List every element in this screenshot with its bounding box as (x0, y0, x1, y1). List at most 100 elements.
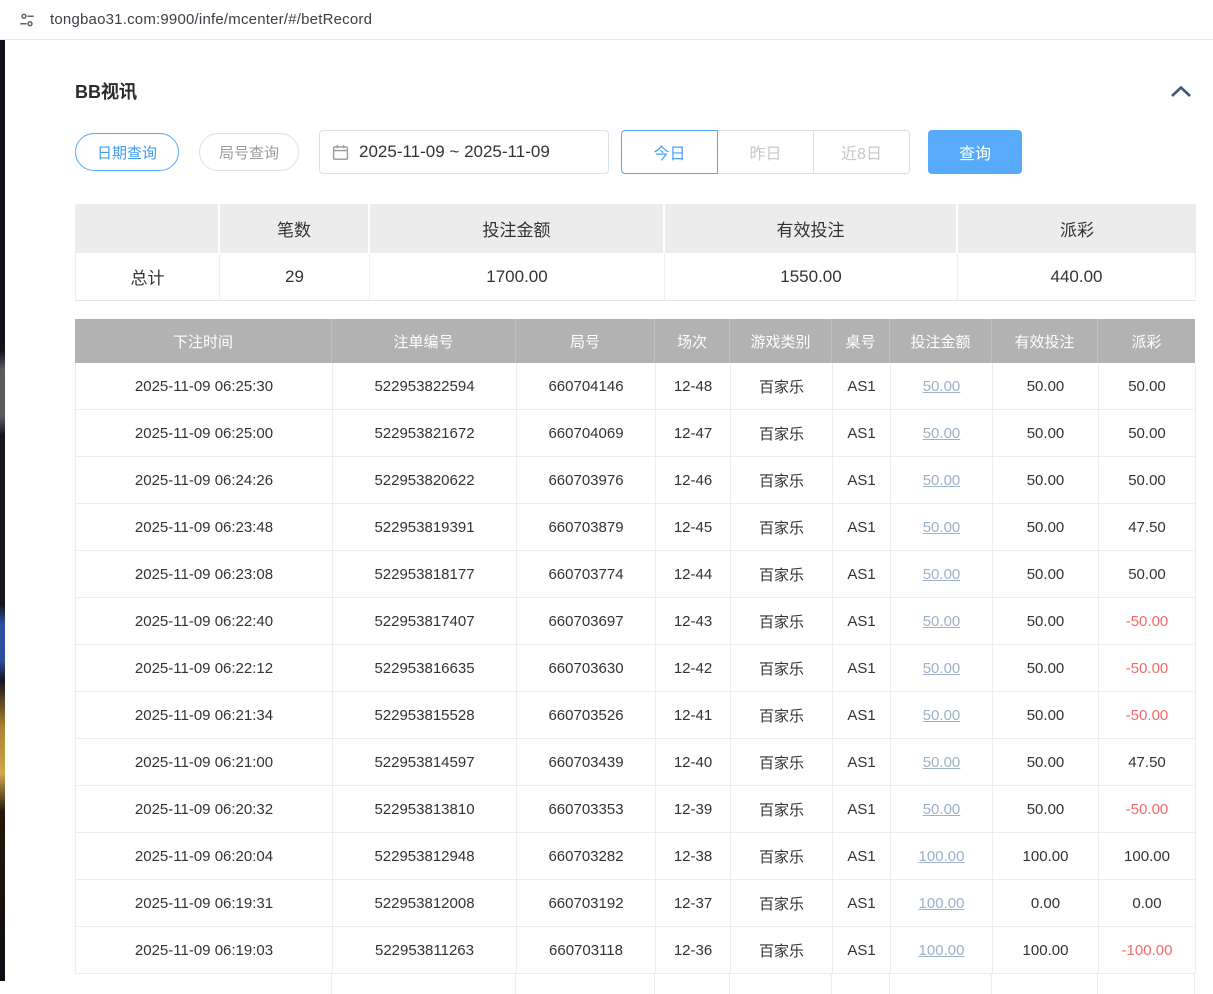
cell-table-number: AS1 (833, 457, 891, 504)
summary-header-blank (76, 204, 220, 253)
table-row: 2025-11-09 06:23:48522953819391660703879… (76, 504, 1195, 551)
bet-record-table: 下注时间 注单编号 局号 场次 游戏类别 桌号 投注金额 有效投注 派彩 202… (75, 319, 1195, 994)
table-row: 2025-11-09 06:25:00522953821672660704069… (76, 410, 1195, 457)
cell-bet-amount: 50.00 (891, 786, 993, 833)
summary-bet-amount-value: 1700.00 (370, 253, 665, 301)
cell-game-type: 百家乐 (731, 504, 833, 551)
table-row: 2025-11-09 06:19:03522953811263660703118… (76, 927, 1195, 974)
cell-table-number: AS1 (833, 410, 891, 457)
cell-bet-number: 522953819391 (333, 504, 517, 551)
table-row: 2025-11-09 06:22:40522953817407660703697… (76, 598, 1195, 645)
cell-session: 12-46 (656, 457, 731, 504)
table-row: 2025-11-09 06:23:08522953818177660703774… (76, 551, 1195, 598)
table-row: 2025-11-09 06:22:12522953816635660703630… (76, 645, 1195, 692)
bet-amount-link[interactable]: 50.00 (923, 613, 961, 630)
search-button[interactable]: 查询 (928, 130, 1022, 174)
bet-amount-link[interactable]: 50.00 (923, 519, 961, 536)
last-8-days-button[interactable]: 近8日 (813, 130, 910, 174)
cell-bet-number: 522953820622 (333, 457, 517, 504)
cell-payout: 50.00 (1099, 363, 1196, 410)
cell-bet-time: 2025-11-09 06:21:34 (76, 692, 333, 739)
table-header-row: 下注时间 注单编号 局号 场次 游戏类别 桌号 投注金额 有效投注 派彩 (75, 319, 1195, 363)
cell-session: 12-38 (656, 833, 731, 880)
cell-valid-bet: 50.00 (993, 692, 1099, 739)
cell-valid-bet: 50.00 (993, 504, 1099, 551)
summary-count-value: 29 (220, 253, 370, 301)
cell-valid-bet: 50.00 (993, 363, 1099, 410)
url-text[interactable]: tongbao31.com:9900/infe/mcenter/#/betRec… (50, 11, 372, 28)
bet-amount-link[interactable]: 50.00 (923, 566, 961, 583)
cell-game-type: 百家乐 (731, 598, 833, 645)
cell-session: 12-43 (656, 598, 731, 645)
section-header: BB视讯 (75, 78, 1195, 104)
cell-bet-number: 522953811263 (333, 927, 517, 974)
cell-game-type: 百家乐 (731, 739, 833, 786)
yesterday-button[interactable]: 昨日 (717, 130, 814, 174)
summary-header-row: 笔数 投注金额 有效投注 派彩 (76, 204, 1195, 253)
cell-table-number: AS1 (833, 739, 891, 786)
cell-payout: 100.00 (1099, 833, 1196, 880)
cell-bet-time: 2025-11-09 06:20:32 (76, 786, 333, 833)
cell-valid-bet: 50.00 (993, 551, 1099, 598)
cell-bet-amount: 50.00 (891, 645, 993, 692)
today-button[interactable]: 今日 (621, 130, 718, 174)
cell-bet-amount: 50.00 (891, 692, 993, 739)
bet-amount-link[interactable]: 50.00 (923, 425, 961, 442)
cell-session: 12-40 (656, 739, 731, 786)
cell-table-number: AS1 (833, 363, 891, 410)
cell-bet-number: 522953812008 (333, 880, 517, 927)
cell-bet-number: 522953812948 (333, 833, 517, 880)
summary-header-valid-bet: 有效投注 (665, 204, 958, 253)
cell-game-type: 百家乐 (731, 363, 833, 410)
cell-game-type: 百家乐 (731, 927, 833, 974)
cell-round-number: 660703697 (517, 598, 656, 645)
cell-bet-time: 2025-11-09 06:20:04 (76, 833, 333, 880)
date-query-tab[interactable]: 日期查询 (75, 133, 179, 171)
date-range-picker[interactable]: 2025-11-09 ~ 2025-11-09 (319, 130, 609, 174)
cell-bet-time: 2025-11-09 06:22:40 (76, 598, 333, 645)
table-row: 2025-11-09 06:19:31522953812008660703192… (76, 880, 1195, 927)
cell-payout: 0.00 (1099, 880, 1196, 927)
round-query-tab[interactable]: 局号查询 (199, 133, 299, 171)
cell-session: 12-39 (656, 786, 731, 833)
bet-amount-link[interactable]: 50.00 (923, 707, 961, 724)
cell-round-number: 660703282 (517, 833, 656, 880)
bet-amount-link[interactable]: 100.00 (919, 942, 965, 959)
bet-amount-link[interactable]: 50.00 (923, 660, 961, 677)
cell-valid-bet: 50.00 (993, 786, 1099, 833)
header-bet-amount: 投注金额 (890, 319, 992, 363)
bet-amount-link[interactable]: 50.00 (923, 801, 961, 818)
partial-row (75, 974, 1195, 994)
cell-table-number: AS1 (833, 645, 891, 692)
bet-amount-link[interactable]: 50.00 (923, 472, 961, 489)
cell-valid-bet: 100.00 (993, 833, 1099, 880)
cell-bet-time: 2025-11-09 06:21:00 (76, 739, 333, 786)
bet-amount-link[interactable]: 50.00 (923, 754, 961, 771)
chevron-up-icon (1170, 85, 1192, 98)
cell-valid-bet: 50.00 (993, 598, 1099, 645)
summary-header-count: 笔数 (220, 204, 370, 253)
cell-bet-number: 522953814597 (333, 739, 517, 786)
cell-payout: -50.00 (1099, 598, 1196, 645)
cell-game-type: 百家乐 (731, 786, 833, 833)
summary-total-label: 总计 (76, 253, 220, 301)
header-session: 场次 (655, 319, 730, 363)
cell-valid-bet: 50.00 (993, 457, 1099, 504)
cell-round-number: 660703118 (517, 927, 656, 974)
bet-amount-link[interactable]: 100.00 (919, 895, 965, 912)
header-payout: 派彩 (1098, 319, 1195, 363)
bet-record-panel: BB视讯 日期查询 局号查询 2025-11-09 ~ 2025-11-09 (5, 40, 1213, 981)
filter-toolbar: 日期查询 局号查询 2025-11-09 ~ 2025-11-09 今日 昨日 … (75, 130, 1200, 174)
bet-amount-link[interactable]: 100.00 (919, 848, 965, 865)
cell-round-number: 660703630 (517, 645, 656, 692)
cell-table-number: AS1 (833, 786, 891, 833)
table-row: 2025-11-09 06:21:00522953814597660703439… (76, 739, 1195, 786)
cell-bet-number: 522953821672 (333, 410, 517, 457)
site-settings-icon[interactable] (18, 11, 36, 29)
cell-bet-amount: 50.00 (891, 598, 993, 645)
cell-bet-number: 522953816635 (333, 645, 517, 692)
collapse-section-button[interactable] (1167, 81, 1195, 101)
cell-table-number: AS1 (833, 880, 891, 927)
bet-amount-link[interactable]: 50.00 (923, 378, 961, 395)
cell-bet-amount: 50.00 (891, 739, 993, 786)
